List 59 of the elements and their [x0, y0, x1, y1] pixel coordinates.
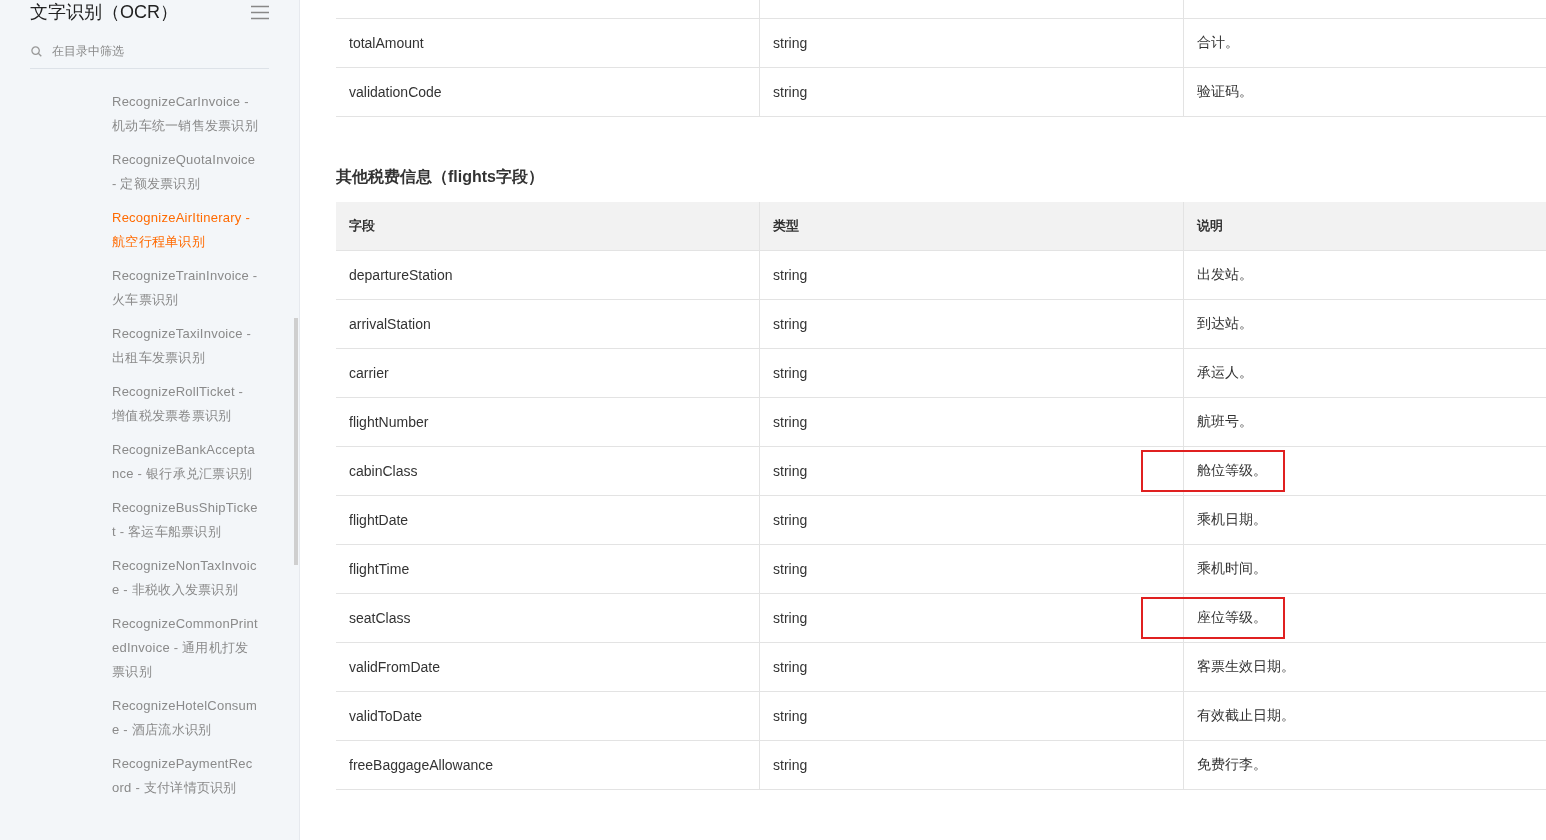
- table-cell: string: [773, 659, 808, 675]
- table-cell: 出发站。: [1197, 266, 1253, 284]
- table-cell: string: [773, 610, 808, 626]
- column-header: 类型: [773, 217, 799, 235]
- highlight-box: 舱位等级。: [1143, 452, 1283, 490]
- nav-link[interactable]: RecognizeHotelConsume - 酒店流水识别: [112, 694, 258, 742]
- filter-field[interactable]: 在目录中筛选: [52, 44, 252, 58]
- table-cell: string: [773, 512, 808, 528]
- nav-link[interactable]: RecognizeCarInvoice - 机动车统一销售发票识别: [112, 90, 258, 138]
- table-cell: totalAmount: [349, 35, 424, 51]
- table-cell: string: [773, 365, 808, 381]
- table-cell: flightDate: [349, 512, 409, 528]
- table-cell: string: [773, 414, 808, 430]
- table-cell: cabinClass: [349, 463, 418, 479]
- table-cell: string: [773, 757, 808, 773]
- column-header: 说明: [1197, 217, 1223, 235]
- table-cell: 乘机日期。: [1197, 511, 1267, 529]
- nav-link[interactable]: RecognizeTaxiInvoice - 出租车发票识别: [112, 322, 258, 370]
- table-cell: string: [773, 708, 808, 724]
- nav-link[interactable]: RecognizeNonTaxInvoice - 非税收入发票识别: [112, 554, 258, 602]
- table-cell: flightNumber: [349, 414, 429, 430]
- table-cell: validFromDate: [349, 659, 441, 675]
- table-cell: string: [773, 267, 808, 283]
- table-cell: 合计。: [1197, 34, 1239, 52]
- table-cell: 乘机时间。: [1197, 560, 1267, 578]
- table-cell: 承运人。: [1197, 364, 1253, 382]
- table-cell: 有效截止日期。: [1197, 707, 1295, 725]
- table-cell: validationCode: [349, 84, 442, 100]
- nav-link[interactable]: RecognizeAirItinerary - 航空行程单识别: [112, 206, 258, 254]
- nav-link[interactable]: RecognizeBankAcceptance - 银行承兑汇票识别: [112, 438, 258, 486]
- nav-link[interactable]: RecognizeQuotaInvoice - 定额发票识别: [112, 148, 258, 196]
- menu-icon[interactable]: [251, 4, 269, 20]
- search-icon: [31, 45, 42, 57]
- table-cell: 验证码。: [1197, 83, 1253, 101]
- table-cell: validToDate: [349, 708, 423, 724]
- table-cell: carrier: [349, 365, 389, 381]
- nav-link[interactable]: RecognizePaymentRecord - 支付详情页识别: [112, 752, 258, 800]
- table-cell: string: [773, 463, 808, 479]
- table-cell: flightTime: [349, 561, 410, 577]
- highlight-box: 座位等级。: [1143, 599, 1283, 637]
- table-cell: string: [773, 561, 808, 577]
- table-cell: string: [773, 84, 808, 100]
- table-cell: 航班号。: [1197, 413, 1253, 431]
- section-heading: 其他税费信息（flights字段）: [336, 167, 545, 187]
- table-cell: arrivalStation: [349, 316, 431, 332]
- table-cell: 免费行李。: [1197, 756, 1267, 774]
- sidebar-title: 文字识别（OCR）: [30, 1, 178, 24]
- nav-link[interactable]: RecognizeCommonPrintedInvoice - 通用机打发票识别: [112, 612, 258, 684]
- table-cell: 到达站。: [1197, 315, 1253, 333]
- table-cell: departureStation: [349, 267, 453, 283]
- table-cell: 客票生效日期。: [1197, 658, 1295, 676]
- table-cell: string: [773, 316, 808, 332]
- table-cell: freeBaggageAllowance: [349, 757, 493, 773]
- column-header: 字段: [349, 217, 375, 235]
- table-cell: seatClass: [349, 610, 411, 626]
- nav-link[interactable]: RecognizeTrainInvoice - 火车票识别: [112, 264, 258, 312]
- table-cell: string: [773, 35, 808, 51]
- nav-link[interactable]: RecognizeBusShipTicket - 客运车船票识别: [112, 496, 258, 544]
- nav-link[interactable]: RecognizeRollTicket - 增值税发票卷票识别: [112, 380, 258, 428]
